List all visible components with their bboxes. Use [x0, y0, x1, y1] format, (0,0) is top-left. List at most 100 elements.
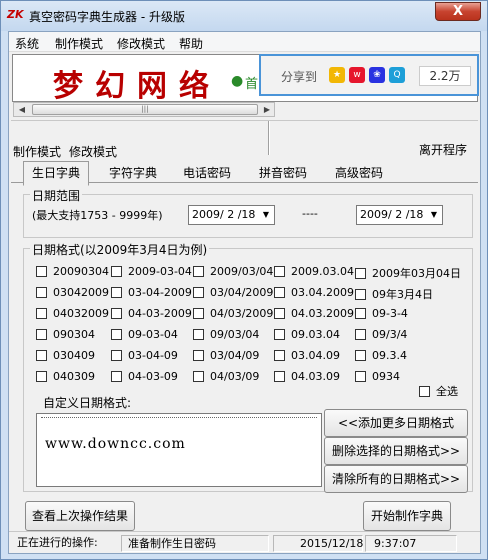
checkbox-icon[interactable] — [36, 266, 47, 277]
checkbox-icon[interactable] — [274, 371, 285, 382]
tab-birthday[interactable]: 生日字典 — [23, 161, 90, 186]
title-bar[interactable]: ZK 真空密码字典生成器 - 升级版 X — [1, 1, 487, 31]
checkbox-icon[interactable] — [355, 329, 366, 340]
checkbox-icon[interactable] — [274, 308, 285, 319]
format-checkbox[interactable]: 03-04-2009 — [111, 286, 192, 299]
baidu-icon[interactable]: ❀ — [369, 67, 385, 83]
checkbox-icon[interactable] — [193, 287, 204, 298]
format-checkbox[interactable]: 04-03-09 — [111, 370, 178, 383]
checkbox-icon[interactable] — [36, 287, 47, 298]
format-checkbox[interactable]: 04/03/2009 — [193, 307, 273, 320]
select-all-checkbox[interactable]: 全选 — [419, 383, 458, 399]
checkbox-icon[interactable] — [111, 350, 122, 361]
checkbox-icon[interactable] — [111, 308, 122, 319]
format-checkbox[interactable]: 04032009 — [36, 307, 109, 320]
checkbox-icon[interactable] — [355, 350, 366, 361]
client-area: 系统 制作模式 修改模式 帮助 梦幻网络 ● 首 分享到 ★ w ❀ Q 2.2… — [8, 31, 481, 554]
checkbox-icon[interactable] — [193, 350, 204, 361]
add-format-button[interactable]: <<添加更多日期格式 — [324, 409, 468, 437]
format-checkbox[interactable]: 03.04.09 — [274, 349, 340, 362]
format-checkbox[interactable]: 03/04/2009 — [193, 286, 273, 299]
tab-character[interactable]: 字符字典 — [109, 164, 157, 181]
format-checkbox[interactable]: 09-03-04 — [111, 328, 178, 341]
menu-help[interactable]: 帮助 — [179, 35, 203, 52]
checkbox-icon[interactable] — [355, 268, 366, 279]
menu-system[interactable]: 系统 — [15, 35, 39, 52]
custom-format-input[interactable]: www.downcc.com — [36, 413, 322, 487]
format-label: 09.03.04 — [291, 328, 340, 341]
menu-make-mode[interactable]: 制作模式 — [55, 35, 103, 52]
checkbox-icon[interactable] — [193, 308, 204, 319]
checkbox-icon[interactable] — [274, 266, 285, 277]
banner-home-link[interactable]: 首 — [245, 73, 258, 92]
scroll-left-icon[interactable]: ◀ — [15, 103, 29, 116]
format-checkbox[interactable]: 030409 — [36, 349, 95, 362]
format-checkbox[interactable]: 20090304 — [36, 265, 109, 278]
start-button[interactable]: 开始制作字典 — [363, 501, 451, 531]
format-checkbox[interactable]: 09年3月4日 — [355, 286, 433, 302]
format-checkbox[interactable]: 09/3/4 — [355, 328, 407, 341]
checkbox-icon[interactable] — [419, 386, 430, 397]
checkbox-icon[interactable] — [111, 371, 122, 382]
checkbox-icon[interactable] — [274, 287, 285, 298]
checkbox-icon[interactable] — [274, 329, 285, 340]
scroll-thumb[interactable]: ||| — [32, 104, 258, 115]
format-checkbox[interactable]: 09-3-4 — [355, 307, 408, 320]
format-label: 09-3-4 — [372, 307, 408, 320]
format-checkbox[interactable]: 04-03-2009 — [111, 307, 192, 320]
format-checkbox[interactable]: 2009年03月04日 — [355, 265, 461, 281]
mode-make-tab[interactable]: 制作模式 — [13, 143, 61, 160]
checkbox-icon[interactable] — [274, 350, 285, 361]
format-checkbox[interactable]: 03-04-09 — [111, 349, 178, 362]
chevron-down-icon[interactable]: ▼ — [259, 207, 273, 223]
end-date-picker[interactable]: 2009/ 2 /18 ▼ — [356, 205, 443, 225]
qzone-icon[interactable]: ★ — [329, 67, 345, 83]
tab-phone[interactable]: 电话密码 — [183, 164, 231, 181]
checkbox-icon[interactable] — [111, 287, 122, 298]
weibo-icon[interactable]: w — [349, 67, 365, 83]
checkbox-icon[interactable] — [36, 371, 47, 382]
checkbox-icon[interactable] — [36, 329, 47, 340]
close-button[interactable]: X — [435, 2, 481, 21]
format-checkbox[interactable]: 040309 — [36, 370, 95, 383]
menu-modify-mode[interactable]: 修改模式 — [117, 35, 165, 52]
checkbox-icon[interactable] — [355, 371, 366, 382]
checkbox-icon[interactable] — [193, 329, 204, 340]
checkbox-icon[interactable] — [111, 329, 122, 340]
checkbox-icon[interactable] — [193, 371, 204, 382]
checkbox-icon[interactable] — [355, 289, 366, 300]
delete-format-button[interactable]: 删除选择的日期格式>> — [324, 437, 468, 465]
format-checkbox[interactable]: 04.03.09 — [274, 370, 340, 383]
qq-weibo-icon[interactable]: Q — [389, 67, 405, 83]
clear-formats-button[interactable]: 清除所有的日期格式>> — [324, 465, 468, 493]
format-checkbox[interactable]: 2009.03.04 — [274, 265, 354, 278]
banner-scrollbar[interactable]: ◀ ||| ▶ — [13, 102, 275, 117]
format-checkbox[interactable]: 03.04.2009 — [274, 286, 354, 299]
app-window: ZK 真空密码字典生成器 - 升级版 X 系统 制作模式 修改模式 帮助 梦幻网… — [0, 0, 488, 560]
format-checkbox[interactable]: 03/04/09 — [193, 349, 259, 362]
tab-pinyin[interactable]: 拼音密码 — [259, 164, 307, 181]
format-checkbox[interactable]: 2009/03/04 — [193, 265, 273, 278]
checkbox-icon[interactable] — [193, 266, 204, 277]
quit-button[interactable]: 离开程序 — [419, 141, 467, 158]
format-label: 03042009 — [53, 286, 109, 299]
format-checkbox[interactable]: 09/03/04 — [193, 328, 259, 341]
checkbox-icon[interactable] — [355, 308, 366, 319]
checkbox-icon[interactable] — [111, 266, 122, 277]
format-checkbox[interactable]: 2009-03-04 — [111, 265, 192, 278]
format-checkbox[interactable]: 04.03.2009 — [274, 307, 354, 320]
scroll-right-icon[interactable]: ▶ — [260, 103, 274, 116]
format-checkbox[interactable]: 090304 — [36, 328, 95, 341]
mode-modify-tab[interactable]: 修改模式 — [69, 143, 117, 160]
start-date-picker[interactable]: 2009/ 2 /18 ▼ — [188, 205, 275, 225]
checkbox-icon[interactable] — [36, 350, 47, 361]
format-checkbox[interactable]: 03042009 — [36, 286, 109, 299]
tab-advanced[interactable]: 高级密码 — [335, 164, 383, 181]
format-checkbox[interactable]: 09.3.4 — [355, 349, 407, 362]
view-last-result-button[interactable]: 查看上次操作结果 — [25, 501, 135, 531]
format-checkbox[interactable]: 09.03.04 — [274, 328, 340, 341]
chevron-down-icon[interactable]: ▼ — [427, 207, 441, 223]
checkbox-icon[interactable] — [36, 308, 47, 319]
format-checkbox[interactable]: 04/03/09 — [193, 370, 259, 383]
format-checkbox[interactable]: 0934 — [355, 370, 400, 383]
